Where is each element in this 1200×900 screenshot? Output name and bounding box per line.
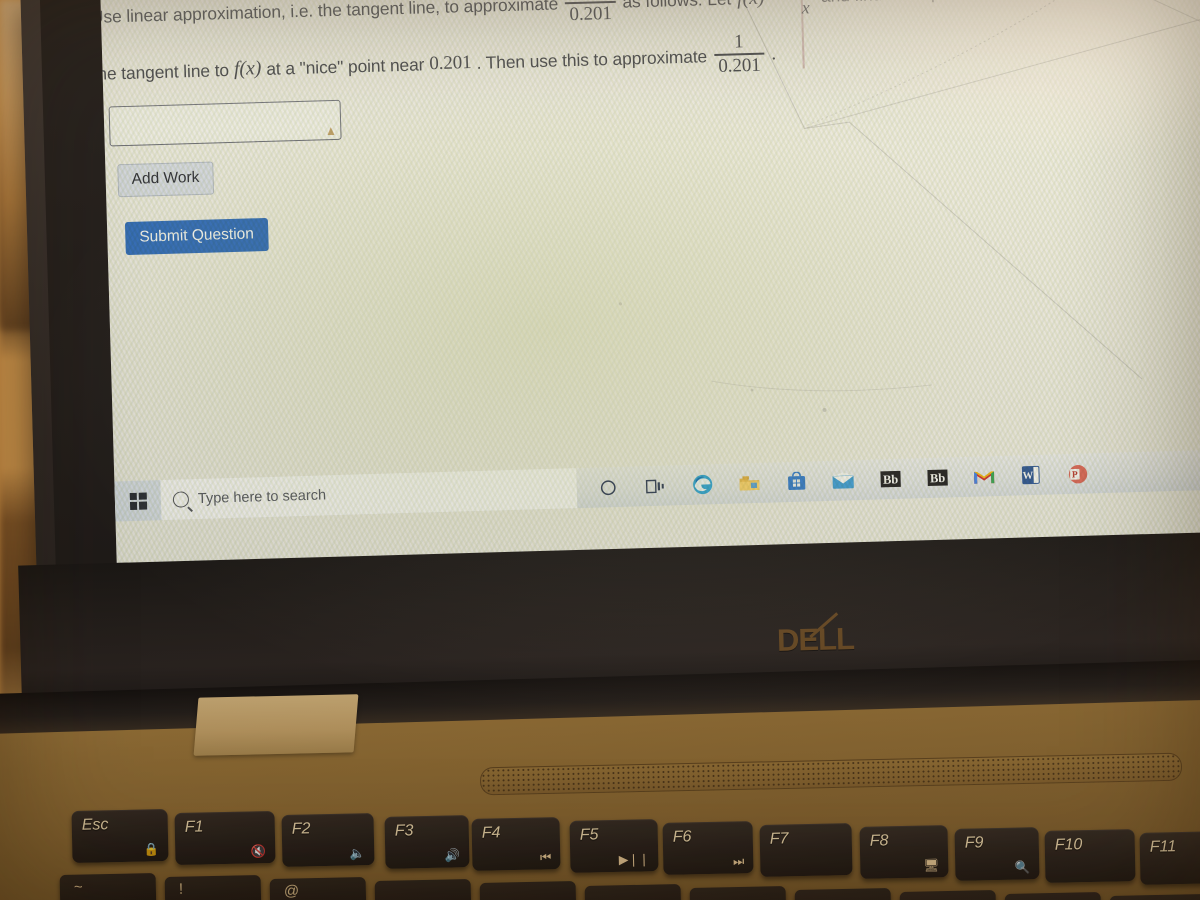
- add-work-button[interactable]: Add Work: [117, 161, 214, 198]
- key-label: F8: [869, 832, 889, 850]
- resize-handle-icon[interactable]: [327, 127, 334, 135]
- key-row2-2[interactable]: @: [269, 877, 367, 900]
- key-f3[interactable]: F3 🔊: [384, 815, 470, 869]
- search-input[interactable]: Type here to search: [160, 468, 578, 521]
- gmail-icon[interactable]: [960, 456, 1008, 497]
- key-f2[interactable]: F2 🔈: [281, 813, 375, 867]
- key-label: F1: [184, 818, 204, 836]
- fraction-numerator: 1: [733, 31, 744, 53]
- key-row2-5[interactable]: [584, 883, 682, 900]
- dell-logo-text: DELL: [776, 621, 855, 658]
- key-row2-6[interactable]: [689, 885, 787, 900]
- key-row2-7[interactable]: [794, 887, 892, 900]
- file-explorer-icon[interactable]: [725, 463, 773, 504]
- key-glyph-icon: ▶❘❘: [618, 851, 650, 867]
- function-notation-fx-2: f(x): [233, 57, 262, 80]
- key-label: F7: [769, 830, 789, 848]
- search-placeholder: Type here to search: [197, 487, 327, 508]
- svg-text:P: P: [1072, 470, 1078, 480]
- microsoft-powerpoint-icon[interactable]: P: [1054, 453, 1102, 494]
- svg-text:Bb: Bb: [882, 472, 898, 486]
- key-f8[interactable]: F8 🖥: [859, 825, 949, 879]
- windows-taskbar: Type here to search Bb Bb W P: [114, 448, 1200, 522]
- task-view-icon[interactable]: [631, 465, 679, 506]
- question-text: Use linear approximation, i.e. the tange…: [100, 0, 1153, 96]
- key-f10[interactable]: F10: [1044, 829, 1136, 883]
- key-glyph-icon: 🔈: [349, 845, 366, 861]
- key-label: F3: [394, 822, 414, 840]
- key-f1[interactable]: F1 🔇: [174, 810, 276, 866]
- key-glyph-icon: 🖥: [923, 857, 940, 873]
- key-label: !: [178, 880, 184, 898]
- microsoft-store-icon[interactable]: [772, 461, 820, 502]
- question-line2-part1: the tangent line to: [99, 59, 230, 84]
- fraction-denominator: 0.201: [718, 54, 761, 77]
- key-label: F11: [1149, 838, 1177, 856]
- blackboard-icon[interactable]: Bb: [866, 458, 914, 499]
- key-label: F5: [579, 826, 599, 844]
- answer-input[interactable]: [108, 99, 342, 147]
- key-label: @: [283, 882, 300, 900]
- fraction-one-over-x: 1 x: [796, 0, 815, 18]
- key-row2-1[interactable]: !: [164, 875, 262, 900]
- browser-page: Previous Use linear approximation, i.e. …: [100, 0, 1200, 522]
- key-glyph-icon: ⏮: [539, 849, 552, 864]
- key-row2-10[interactable]: [1109, 893, 1200, 900]
- question-line2-part3: . Then use this to approximate: [476, 45, 708, 73]
- key-f7[interactable]: F7: [759, 823, 853, 877]
- keyboard-function-row: Esc 🔒 F1 🔇 F2 🔈 F3 🔊 F4 ⏮ F5 ▶❘❘ F6 ⏭ F7 F8 🖥 F9 🔍 F10 F11 ~!…: [0, 800, 1200, 900]
- fraction-one-over-0201-2: 1 0.201: [713, 32, 765, 78]
- submit-question-button[interactable]: Submit Question: [124, 217, 269, 256]
- dell-logo: DELL: [776, 612, 855, 659]
- svg-text:W: W: [1022, 471, 1033, 482]
- key-esc[interactable]: Esc 🔒: [71, 809, 169, 863]
- mail-icon[interactable]: [819, 460, 867, 501]
- question-line2-part2: at a "nice" point near: [265, 53, 425, 79]
- key-row2-9[interactable]: [1004, 891, 1102, 900]
- key-glyph-icon: 🔍: [1014, 859, 1031, 875]
- question-line1-part3: and find the equation of: [821, 0, 1001, 6]
- blackboard-icon-2[interactable]: Bb: [913, 457, 961, 498]
- point-value: 0.201: [428, 51, 472, 74]
- fraction-denominator: x: [801, 0, 810, 18]
- cortana-icon[interactable]: [584, 467, 632, 508]
- key-row2-8[interactable]: [899, 889, 997, 900]
- fraction-denominator: 0.201: [569, 2, 613, 25]
- key-row2-3[interactable]: [374, 879, 472, 900]
- key-glyph-icon: 🔒: [143, 841, 160, 857]
- key-label: ~: [73, 878, 83, 896]
- key-f4[interactable]: F4 ⏮: [471, 817, 561, 871]
- microsoft-word-icon[interactable]: W: [1007, 454, 1055, 495]
- hinge-label-sticker: [193, 694, 359, 756]
- key-row2-0[interactable]: ~: [59, 872, 157, 900]
- key-glyph-icon: 🔊: [444, 847, 461, 863]
- key-glyph-icon: 🔇: [250, 843, 267, 858]
- question-line1-part2: as follows: Let: [622, 0, 732, 12]
- key-label: F4: [481, 824, 501, 842]
- question-line1-part1: Use linear approximation, i.e. the tange…: [99, 0, 559, 28]
- key-label: Esc: [81, 816, 109, 834]
- laptop-screen: Previous Use linear approximation, i.e. …: [99, 0, 1200, 569]
- key-label: F2: [291, 820, 311, 838]
- svg-text:Bb: Bb: [929, 471, 945, 485]
- key-glyph-icon: ⏭: [732, 853, 745, 868]
- key-f11[interactable]: F11: [1139, 831, 1200, 885]
- microsoft-edge-icon[interactable]: [678, 464, 726, 505]
- sentence-period: .: [770, 42, 777, 65]
- function-notation-fx: f(x): [737, 0, 765, 9]
- screenshot-stage: Previous Use linear approximation, i.e. …: [0, 0, 1200, 900]
- start-button[interactable]: [114, 480, 162, 522]
- search-icon: [172, 491, 190, 508]
- taskbar-icon-group: Bb Bb W P: [584, 453, 1102, 508]
- key-label: F9: [964, 834, 984, 852]
- key-row2-4[interactable]: [479, 881, 577, 900]
- equals-sign: =: [771, 0, 783, 8]
- windows-logo-icon: [129, 492, 147, 510]
- key-f6[interactable]: F6 ⏭: [662, 821, 754, 875]
- key-label: F6: [672, 828, 692, 846]
- fraction-one-over-0201: 1 0.201: [565, 0, 617, 26]
- key-f5[interactable]: F5 ▶❘❘: [569, 819, 659, 873]
- key-label: F10: [1054, 836, 1083, 854]
- key-f9[interactable]: F9 🔍: [954, 827, 1040, 881]
